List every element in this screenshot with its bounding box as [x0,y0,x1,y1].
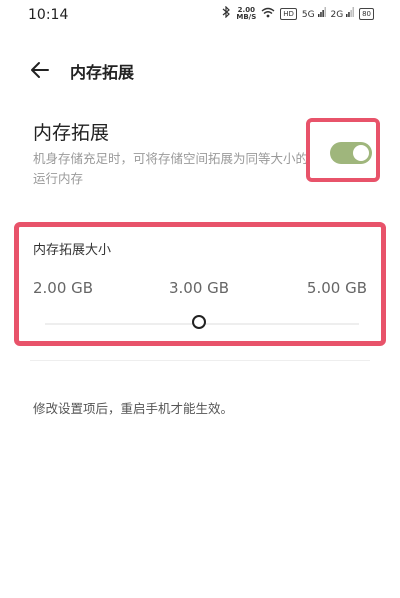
memory-extension-toggle[interactable] [330,142,372,164]
arrow-left-icon [31,62,49,78]
back-button[interactable] [28,58,52,82]
signal-2-label: 2G [330,10,344,20]
size-option-3gb[interactable]: 3.00 GB [169,279,229,297]
size-option-5gb[interactable]: 5.00 GB [307,279,367,297]
hd-badge: HD [280,7,297,20]
signal-1-label: 5G [301,10,315,20]
status-time: 10:14 [28,7,69,23]
toggle-highlight [306,118,380,182]
signal-icon-1: 5G [302,7,326,20]
size-slider-thumb[interactable] [192,315,206,329]
divider [30,360,370,361]
memory-extension-setting: 内存拓展 机身存储充足时，可将存储空间拓展为同等大小的运行内存 [0,112,400,192]
toggle-knob [353,145,369,161]
size-option-2gb[interactable]: 2.00 GB [33,279,93,297]
memory-extension-title: 内存拓展 [33,122,110,144]
status-icons: 2.00 MB/S HD 5G 2G 80 [222,5,374,21]
bluetooth-icon [222,5,231,21]
page-title: 内存拓展 [70,63,135,82]
extension-size-panel: 内存拓展大小 2.00 GB 3.00 GB 5.00 GB [14,222,386,346]
restart-note: 修改设置项后，重启手机才能生效。 [33,401,234,416]
battery-icon: 80 [359,7,374,20]
page-header: 内存拓展 [0,52,400,88]
signal-icon-2: 2G [331,7,355,20]
network-speed-unit: MB/S [236,12,257,21]
wifi-icon [261,7,275,21]
extension-size-title: 内存拓展大小 [33,243,112,258]
memory-extension-description: 机身存储充足时，可将存储空间拓展为同等大小的运行内存 [33,151,309,186]
status-bar: 10:14 2.00 MB/S HD 5G 2G 80 [0,0,400,30]
network-speed: 2.00 MB/S [236,6,257,21]
